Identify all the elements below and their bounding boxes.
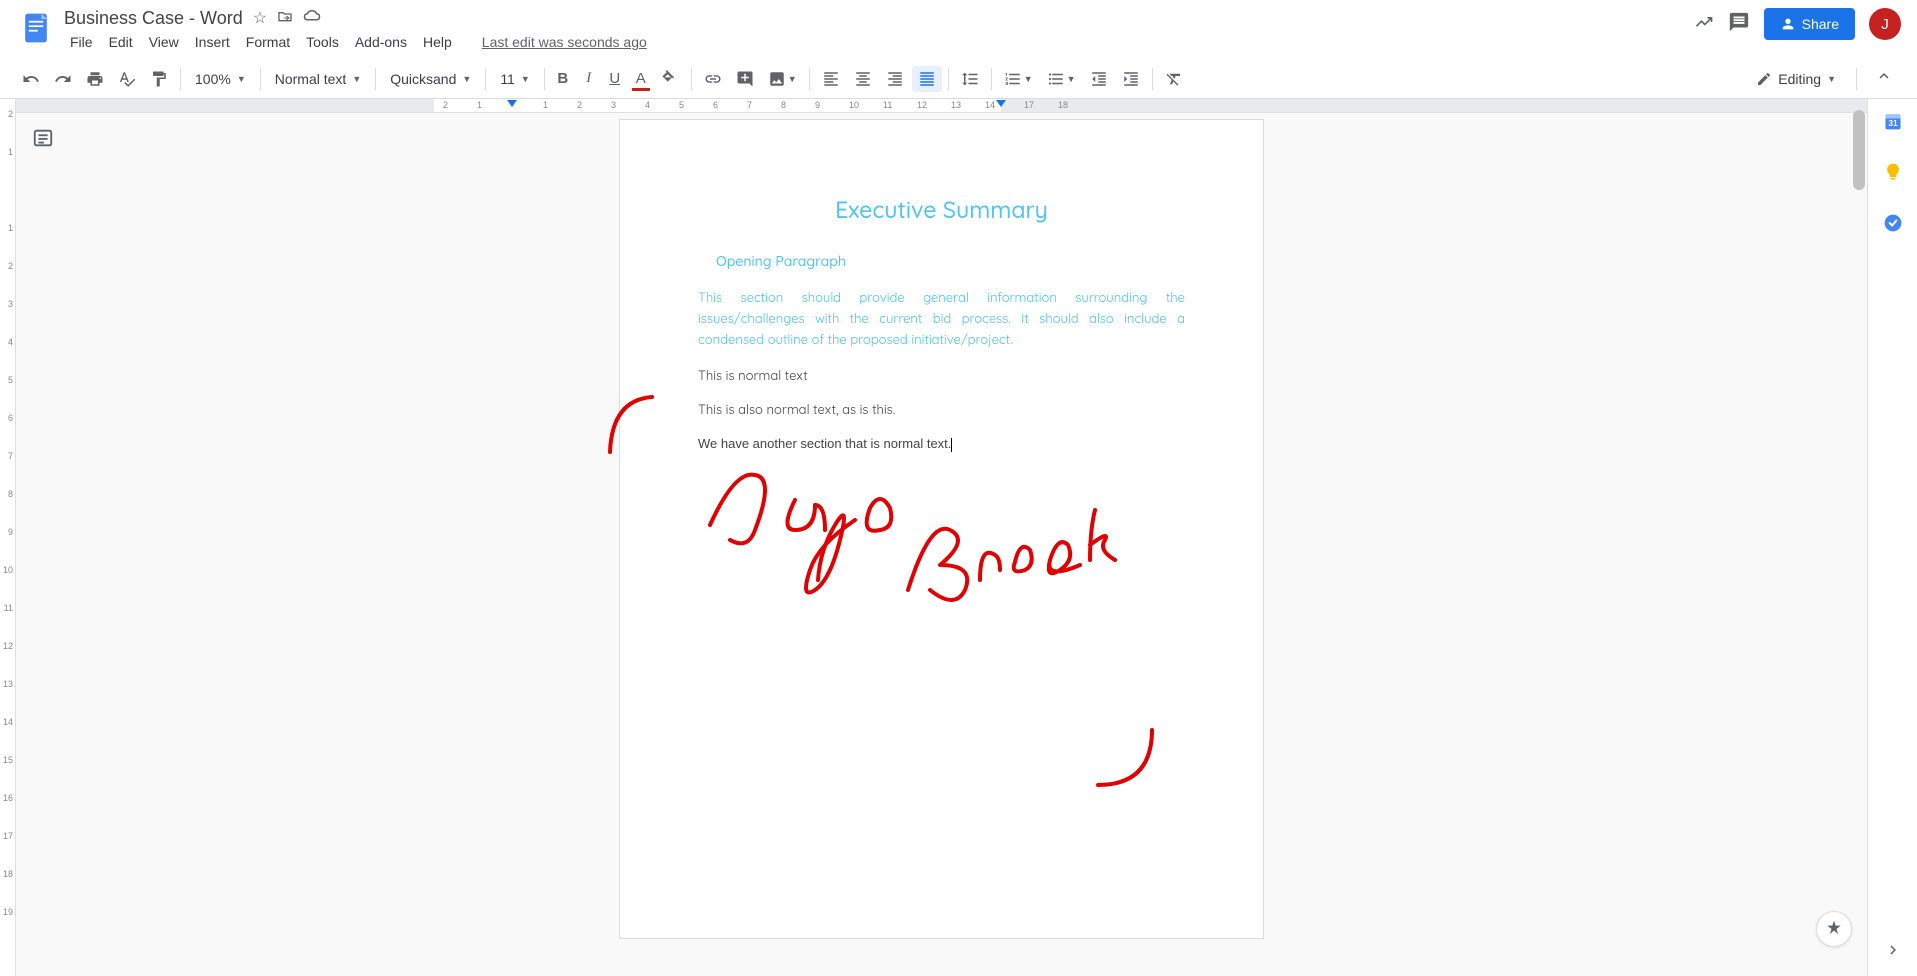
side-panel: 31 (1867, 99, 1917, 976)
align-right-button[interactable] (880, 66, 910, 92)
indent-marker-left[interactable] (507, 100, 517, 107)
document-page[interactable]: Executive Summary Opening Paragraph This… (619, 119, 1264, 939)
activity-icon[interactable] (1694, 12, 1714, 37)
separator (1152, 68, 1153, 90)
document-area[interactable]: 2 1 1 2 3 4 5 6 7 8 9 10 11 12 13 14 17 … (16, 99, 1867, 976)
ruler-margin (16, 99, 434, 112)
highlight-button[interactable] (655, 66, 685, 92)
caret-icon: ▼ (521, 74, 530, 84)
align-left-button[interactable] (816, 66, 846, 92)
separator (180, 68, 181, 90)
align-center-button[interactable] (848, 66, 878, 92)
separator (1856, 68, 1857, 90)
horizontal-ruler[interactable]: 2 1 1 2 3 4 5 6 7 8 9 10 11 12 13 14 17 … (16, 99, 1867, 113)
move-icon[interactable] (277, 8, 293, 29)
menu-help[interactable]: Help (417, 31, 458, 53)
font-select[interactable]: Quicksand▼ (382, 67, 479, 91)
comment-button[interactable] (730, 66, 760, 92)
ruler-margin (1001, 99, 1867, 112)
editing-mode-button[interactable]: Editing ▼ (1746, 67, 1846, 91)
paragraph[interactable]: We have another section that is normal t… (698, 436, 1185, 452)
menu-edit[interactable]: Edit (103, 31, 139, 53)
link-button[interactable] (698, 66, 728, 92)
tasks-icon[interactable] (1883, 213, 1903, 238)
user-avatar[interactable]: J (1869, 8, 1901, 40)
increase-indent-button[interactable] (1116, 66, 1146, 92)
heading-2[interactable]: Opening Paragraph (716, 252, 1185, 270)
share-button[interactable]: Share (1764, 8, 1855, 40)
numbered-list-button[interactable]: ▼ (998, 66, 1039, 92)
clear-formatting-button[interactable] (1159, 66, 1189, 92)
align-justify-button[interactable] (912, 66, 942, 92)
separator (260, 68, 261, 90)
calendar-icon[interactable]: 31 (1883, 111, 1903, 136)
underline-button[interactable]: U (603, 66, 627, 92)
redo-button[interactable] (48, 66, 78, 92)
menu-view[interactable]: View (143, 31, 185, 53)
separator (544, 68, 545, 90)
handwritten-annotation (600, 390, 1200, 830)
caret-icon: ▼ (1024, 74, 1033, 84)
text-color-button[interactable]: A (629, 66, 653, 92)
explore-button[interactable] (1816, 911, 1852, 947)
caret-icon: ▼ (352, 74, 361, 84)
paragraph[interactable]: This is normal text (698, 368, 1185, 384)
header: Business Case - Word ☆ File Edit View In… (0, 0, 1917, 53)
separator (809, 68, 810, 90)
paragraph[interactable]: This is also normal text, as is this. (698, 402, 1185, 418)
caret-icon: ▼ (462, 74, 471, 84)
menu-tools[interactable]: Tools (300, 31, 345, 53)
menu-file[interactable]: File (64, 31, 99, 53)
bold-button[interactable]: B (551, 66, 575, 92)
last-edit-link[interactable]: Last edit was seconds ago (476, 31, 653, 53)
undo-button[interactable] (16, 66, 46, 92)
paragraph-blue[interactable]: This section should provide general info… (698, 288, 1185, 350)
side-panel-expand-icon[interactable] (1884, 941, 1902, 964)
menubar: File Edit View Insert Format Tools Add-o… (64, 31, 1694, 53)
docs-logo[interactable] (16, 8, 56, 48)
separator (485, 68, 486, 90)
menu-addons[interactable]: Add-ons (349, 31, 413, 53)
caret-icon: ▼ (788, 74, 797, 84)
separator (991, 68, 992, 90)
collapse-toolbar-button[interactable] (1867, 63, 1901, 94)
print-button[interactable] (80, 66, 110, 92)
outline-toggle-icon[interactable] (32, 127, 54, 154)
menu-format[interactable]: Format (240, 31, 296, 53)
separator (948, 68, 949, 90)
header-right: Share J (1694, 8, 1901, 40)
image-button[interactable]: ▼ (762, 66, 803, 92)
text-cursor (951, 438, 952, 452)
caret-icon: ▼ (237, 74, 246, 84)
cloud-icon[interactable] (303, 8, 321, 29)
separator (691, 68, 692, 90)
title-area: Business Case - Word ☆ File Edit View In… (64, 8, 1694, 53)
style-select[interactable]: Normal text▼ (267, 67, 370, 91)
comments-icon[interactable] (1728, 11, 1750, 38)
star-icon[interactable]: ☆ (253, 8, 267, 29)
zoom-select[interactable]: 100%▼ (187, 67, 254, 91)
bullet-list-button[interactable]: ▼ (1041, 66, 1082, 92)
font-size-select[interactable]: 11▼ (492, 67, 537, 91)
heading-1[interactable]: Executive Summary (698, 195, 1185, 224)
menu-insert[interactable]: Insert (189, 31, 236, 53)
caret-icon: ▼ (1827, 74, 1836, 84)
italic-button[interactable]: I (577, 66, 601, 92)
toolbar: 100%▼ Normal text▼ Quicksand▼ 11▼ B I U … (0, 59, 1917, 99)
format-paint-button[interactable] (144, 66, 174, 92)
caret-icon: ▼ (1067, 74, 1076, 84)
vertical-ruler[interactable]: 2 1 1 2 3 4 5 6 7 8 9 10 11 12 13 14 15 … (0, 99, 16, 976)
decrease-indent-button[interactable] (1084, 66, 1114, 92)
spellcheck-button[interactable] (112, 66, 142, 92)
vertical-scrollbar[interactable] (1853, 110, 1865, 190)
svg-text:31: 31 (1888, 118, 1898, 128)
document-title[interactable]: Business Case - Word (64, 8, 243, 29)
indent-marker-right[interactable] (996, 100, 1006, 107)
share-label: Share (1802, 16, 1839, 32)
line-spacing-button[interactable] (955, 66, 985, 92)
main-area: 2 1 1 2 3 4 5 6 7 8 9 10 11 12 13 14 15 … (0, 99, 1917, 976)
separator (375, 68, 376, 90)
keep-icon[interactable] (1883, 162, 1903, 187)
